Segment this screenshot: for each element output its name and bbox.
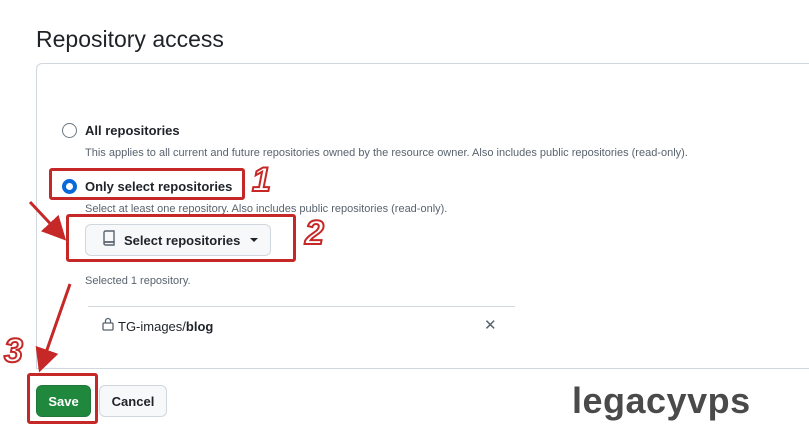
arrow-to-select-button [28, 200, 67, 241]
arrow-to-save-button [35, 283, 72, 373]
annotation-arrows [28, 200, 72, 373]
